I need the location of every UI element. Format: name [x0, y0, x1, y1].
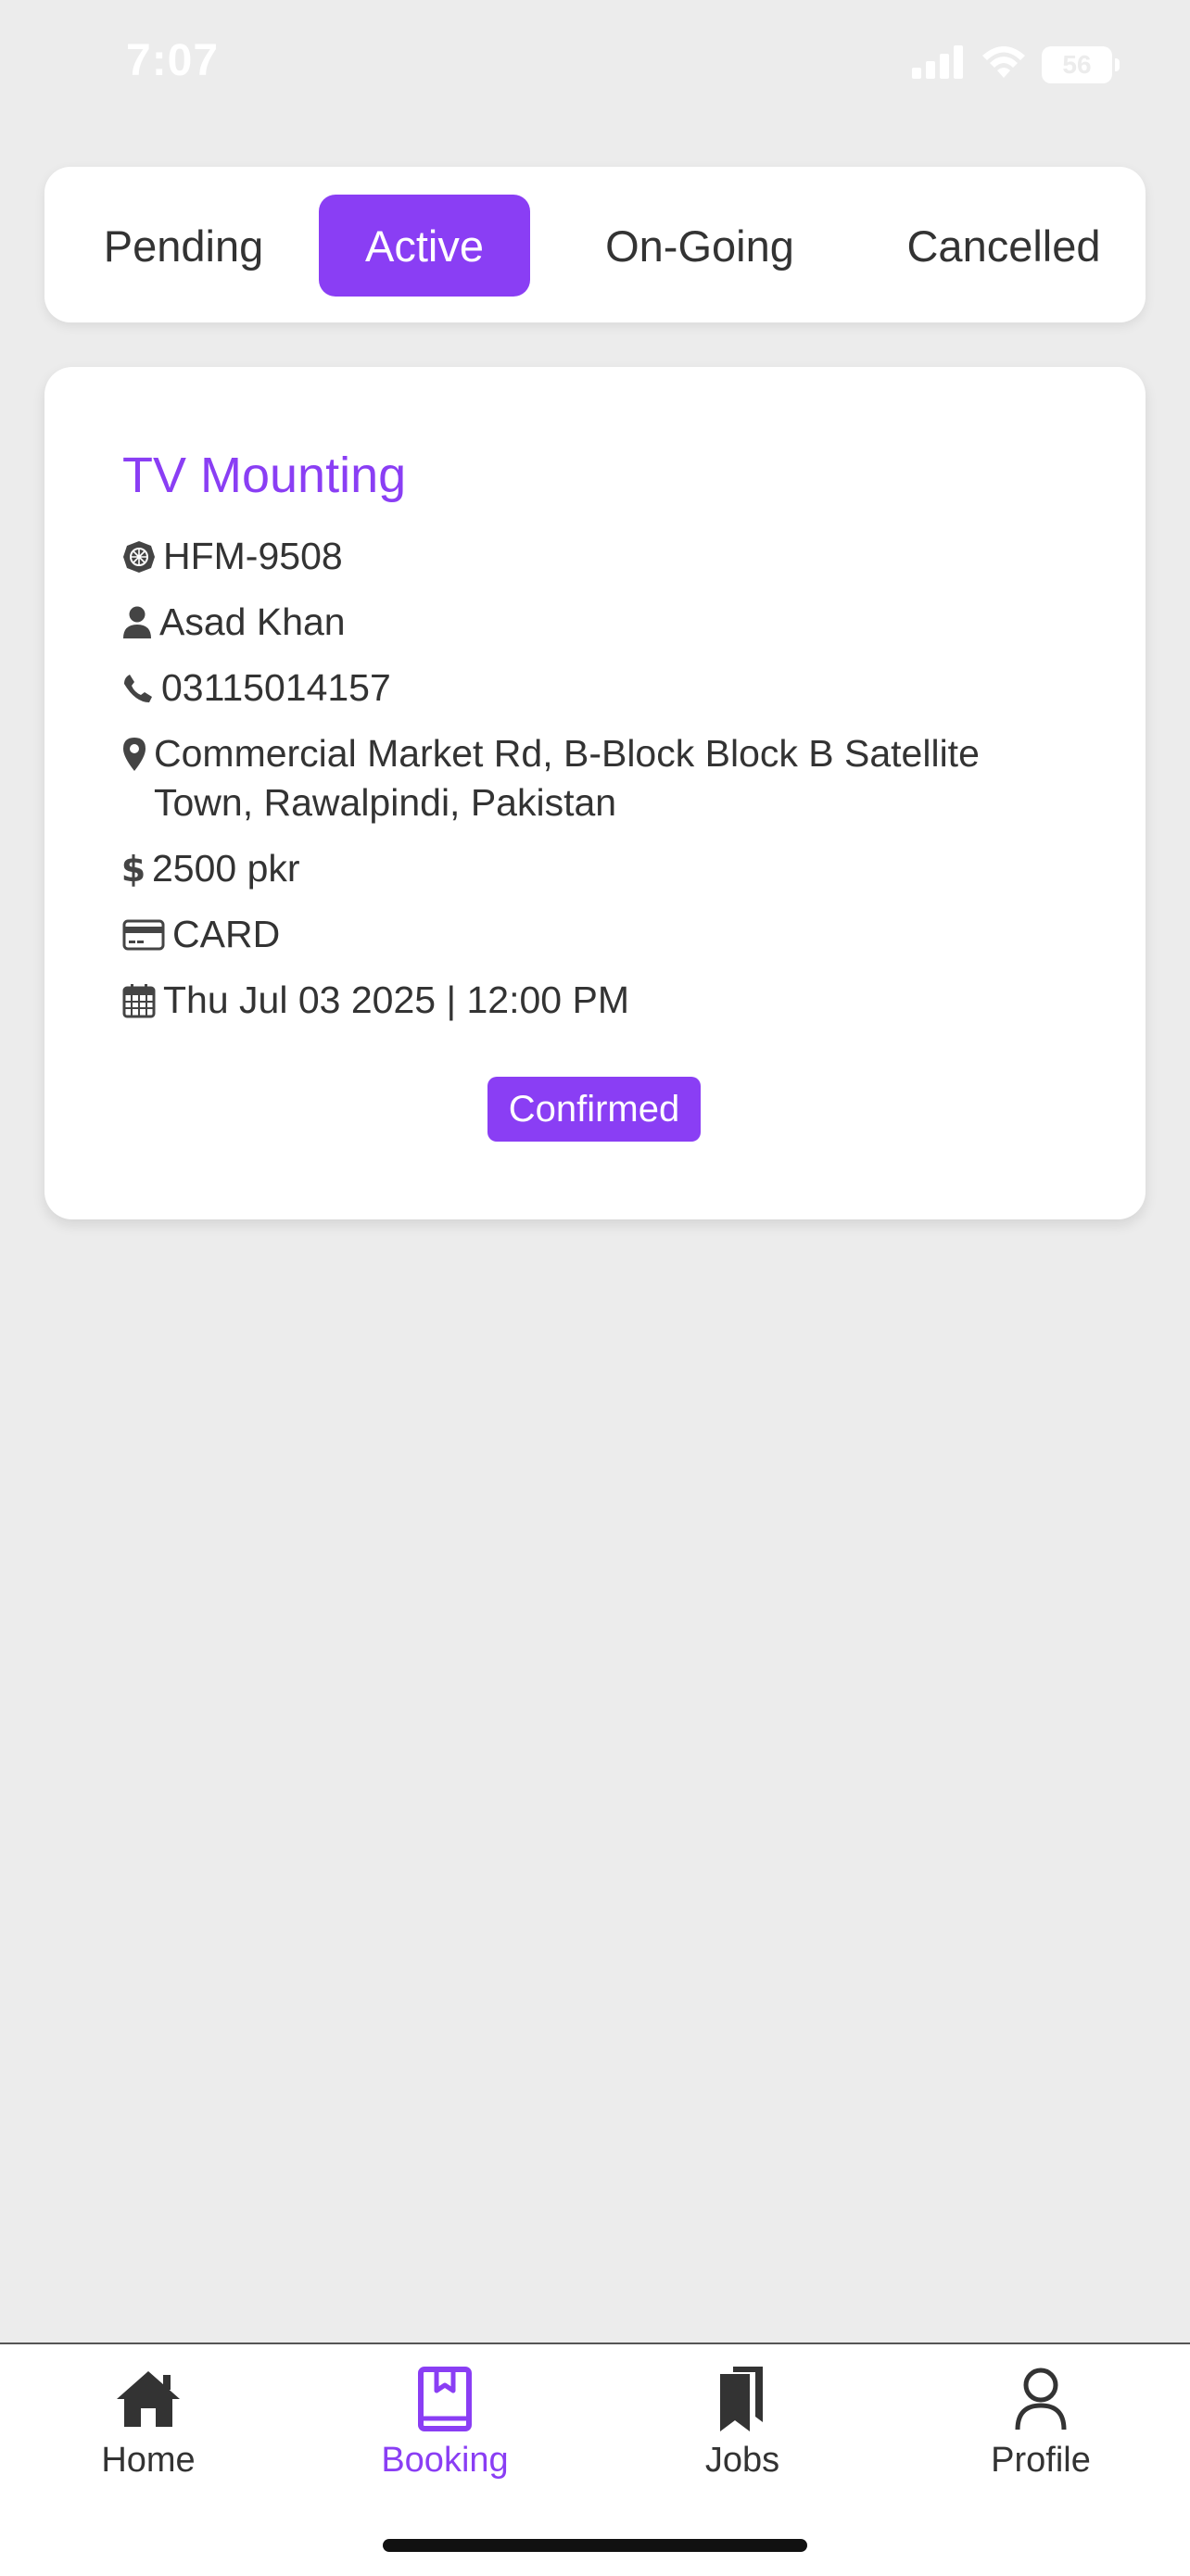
credit-card-icon: [122, 910, 165, 959]
home-icon: [115, 2365, 182, 2433]
tab-pending[interactable]: Pending: [82, 195, 285, 297]
bookmarks-icon: [718, 2365, 766, 2433]
battery-icon: 56: [1042, 45, 1120, 83]
service-title: TV Mounting: [122, 448, 407, 503]
nav-booking-label: Booking: [381, 2441, 509, 2480]
price-row: $ 2500 pkr: [122, 844, 1068, 893]
tab-cancelled[interactable]: Cancelled: [879, 195, 1129, 297]
tab-on-going[interactable]: On-Going: [563, 195, 836, 297]
customer-name: Asad Khan: [159, 600, 346, 643]
user-icon: [122, 598, 152, 647]
signal-icon: [912, 45, 966, 83]
home-indicator[interactable]: [383, 2539, 807, 2552]
date-row: Thu Jul 03 2025 | 12:00 PM: [122, 976, 1068, 1025]
calendar-icon: [122, 976, 156, 1025]
tab-active[interactable]: Active: [319, 195, 530, 297]
status-bar: 7:07 56: [0, 0, 1190, 139]
booking-card[interactable]: TV Mounting HFM-9508 Asad Khan 031150141…: [44, 367, 1146, 1219]
address-row: Commercial Market Rd, B-Block Block B Sa…: [122, 729, 1068, 827]
address-text: Commercial Market Rd, B-Block Block B Sa…: [154, 732, 980, 824]
price-value: 2500 pkr: [152, 847, 300, 890]
nav-profile[interactable]: Profile: [939, 2365, 1143, 2494]
payment-row: CARD: [122, 910, 1068, 959]
booking-datetime: Thu Jul 03 2025 | 12:00 PM: [163, 979, 629, 1021]
status-indicators: 56: [912, 44, 1120, 84]
book-icon: [418, 2365, 472, 2433]
nav-home-label: Home: [101, 2441, 196, 2480]
status-badge: Confirmed: [487, 1077, 701, 1142]
nav-jobs[interactable]: Jobs: [640, 2365, 844, 2494]
phone-number[interactable]: 03115014157: [161, 663, 391, 713]
user-icon: [1014, 2365, 1068, 2433]
nav-jobs-label: Jobs: [704, 2441, 780, 2480]
phone-icon: [122, 663, 154, 713]
svg-text:$: $: [122, 851, 145, 888]
badge-icon: [122, 532, 156, 581]
customer-row: Asad Khan: [122, 598, 1068, 647]
payment-method: CARD: [172, 913, 281, 955]
nav-profile-label: Profile: [991, 2441, 1091, 2480]
phone-row: 03115014157: [122, 663, 1068, 713]
wifi-icon: [981, 44, 1027, 84]
nav-home[interactable]: Home: [46, 2365, 250, 2494]
nav-booking[interactable]: Booking: [343, 2365, 547, 2494]
booking-status-tabs: Pending Active On-Going Cancelled: [44, 167, 1146, 322]
status-time: 7:07: [126, 36, 220, 85]
booking-id: HFM-9508: [163, 535, 343, 577]
booking-id-row: HFM-9508: [122, 532, 1068, 581]
map-pin-icon: [122, 729, 146, 778]
dollar-icon: $: [122, 844, 145, 893]
